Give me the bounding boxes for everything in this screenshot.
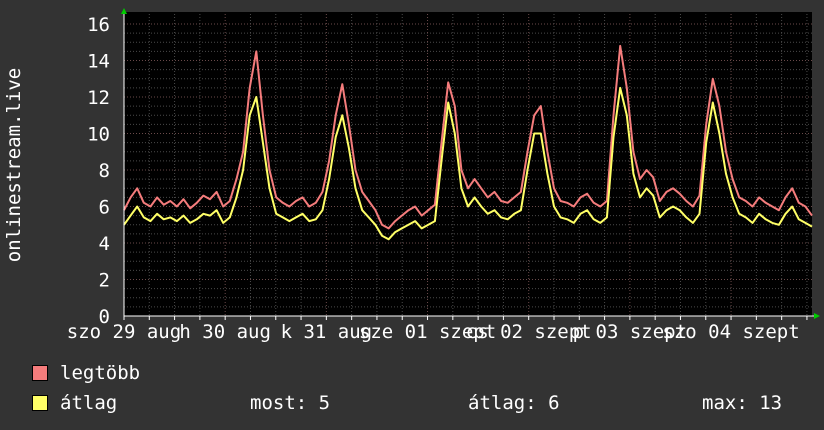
chart: 0246810121416 szo 29 augh 30 aug k 31 aug… bbox=[3, 8, 820, 343]
y-tick-label: 6 bbox=[99, 197, 110, 219]
legend-swatch-avg bbox=[32, 395, 48, 411]
y-tick-label: 2 bbox=[99, 270, 110, 292]
legend-item-avg: átlag bbox=[32, 392, 117, 414]
y-tick-labels: 0246810121416 bbox=[87, 14, 110, 328]
y-tick-label: 16 bbox=[87, 14, 110, 36]
legend-swatch-max bbox=[32, 365, 48, 381]
legend-label-max: legtöbb bbox=[60, 362, 141, 384]
stat-max: max: 13 bbox=[702, 392, 783, 414]
x-tick-labels: szo 29 augh 30 aug k 31 augsze 01 szeptcs… bbox=[67, 321, 800, 343]
legend-label-avg: átlag bbox=[60, 392, 118, 414]
plot-area bbox=[124, 12, 812, 316]
y-tick-label: 10 bbox=[87, 124, 110, 146]
x-axis-arrow-icon bbox=[814, 313, 820, 319]
stat-now: most: 5 bbox=[250, 392, 331, 414]
stat-avg: átlag: 6 bbox=[468, 392, 560, 414]
x-tick-label: szo 04 szept bbox=[662, 321, 799, 343]
x-tick-label: szo 29 aug bbox=[67, 321, 181, 343]
x-tick-label: h 30 aug bbox=[179, 321, 271, 343]
legend-item-max: legtöbb bbox=[32, 362, 140, 384]
y-tick-label: 4 bbox=[99, 233, 110, 255]
y-tick-label: 14 bbox=[87, 51, 110, 73]
y-tick-label: 8 bbox=[99, 160, 110, 182]
y-axis-label: onlinestream.live bbox=[3, 68, 25, 262]
y-tick-label: 12 bbox=[87, 87, 110, 109]
y-axis-arrow-icon bbox=[121, 8, 127, 14]
